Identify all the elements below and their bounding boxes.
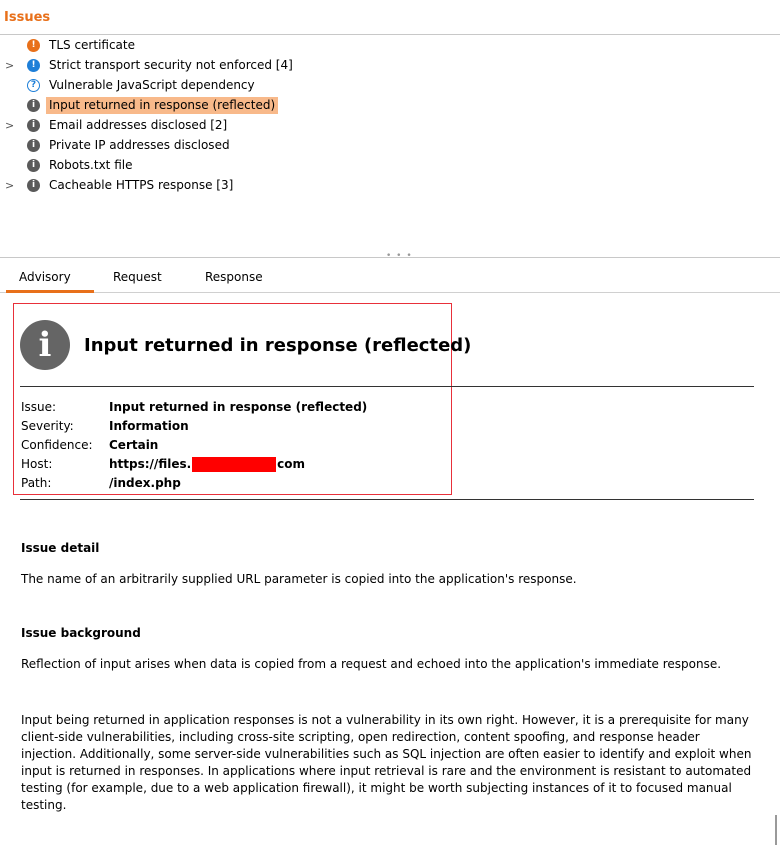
tree-row-label: Input returned in response (reflected) [46,97,279,114]
field-key: Severity: [21,419,74,433]
split-grip-icon[interactable]: • • • [386,251,413,261]
issues-tree: ! TLS certificate > ! Strict transport s… [0,36,780,196]
field-key: Host: [21,457,53,471]
divider [20,386,754,387]
host-suffix: com [277,457,306,471]
tree-row-label: Vulnerable JavaScript dependency [49,78,255,92]
tab-bar: Advisory Request Response [0,262,780,293]
info-icon: i [27,179,40,192]
tree-row-label: Robots.txt file [49,158,133,172]
high-severity-icon: ! [27,39,40,52]
advisory-title: Input returned in response (reflected) [84,335,472,356]
tentative-icon: ? [27,79,40,92]
field-key: Confidence: [21,438,93,452]
tab-request[interactable]: Request [113,270,162,284]
field-value: Information [109,419,189,433]
field-value: /index.php [109,476,181,490]
issue-detail-text: The name of an arbitrarily supplied URL … [21,572,577,586]
issue-detail-heading: Issue detail [21,541,100,555]
chevron-right-icon[interactable]: > [5,119,14,132]
field-value: Input returned in response (reflected) [109,400,368,414]
info-icon: i [20,320,70,370]
field-key: Issue: [21,400,57,414]
tree-row[interactable]: > i Email addresses disclosed [2] [0,116,780,136]
info-icon: i [27,139,40,152]
redaction-mark [192,457,277,472]
scrollbar[interactable] [775,815,777,845]
info-icon: i [27,159,40,172]
tree-row-label: Strict transport security not enforced [… [49,58,293,72]
info-icon: i [27,119,40,132]
divider [20,499,754,500]
tree-row-label: Cacheable HTTPS response [3] [49,178,234,192]
chevron-right-icon[interactable]: > [5,179,14,192]
info-icon: i [27,99,40,112]
tab-advisory[interactable]: Advisory [19,270,71,284]
tree-row[interactable]: i Private IP addresses disclosed [0,136,780,156]
issue-background-text: Input being returned in application resp… [21,713,752,812]
tree-row[interactable]: i Robots.txt file [0,156,780,176]
issue-background-text: Reflection of input arises when data is … [21,657,722,671]
field-key: Path: [21,476,52,490]
host-prefix: https://files. [109,457,192,471]
tree-row[interactable]: ? Vulnerable JavaScript dependency [0,76,780,96]
tree-row-selected[interactable]: i Input returned in response (reflected) [0,96,780,116]
tree-row[interactable]: > i Cacheable HTTPS response [3] [0,176,780,196]
tab-response[interactable]: Response [205,270,263,284]
issues-title: Issues [4,10,51,25]
host-value: https://files. com [109,455,305,474]
tree-row[interactable]: > ! Strict transport security not enforc… [0,56,780,76]
chevron-right-icon[interactable]: > [5,59,14,72]
tree-row-label: TLS certificate [49,38,135,52]
medium-severity-icon: ! [27,59,40,72]
tree-row-label: Private IP addresses disclosed [49,138,230,152]
tree-row[interactable]: ! TLS certificate [0,36,780,56]
field-value: Certain [109,438,159,452]
issue-background-heading: Issue background [21,626,141,640]
issues-header: Issues [0,0,780,35]
tree-row-label: Email addresses disclosed [2] [49,118,228,132]
